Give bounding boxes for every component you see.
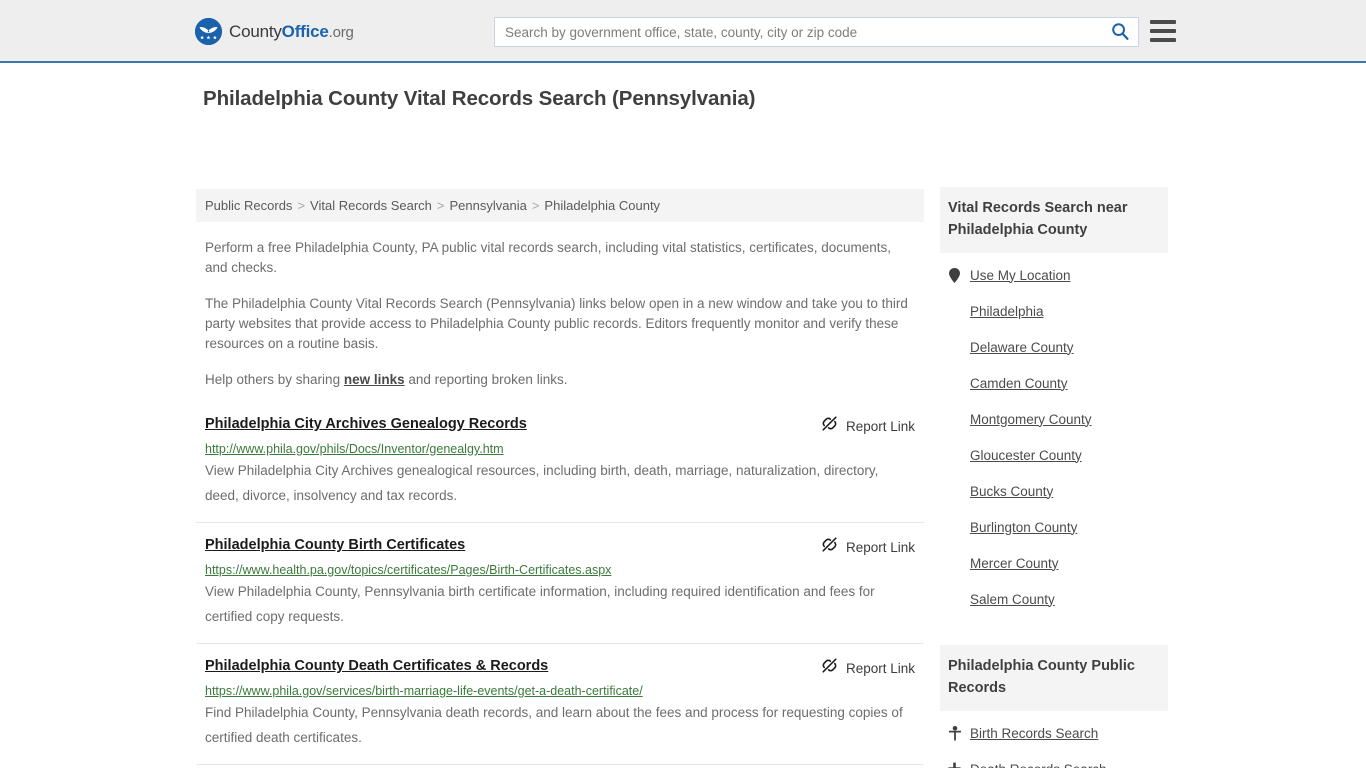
sidebar-item[interactable]: Gloucester County <box>940 437 1168 473</box>
result-description: Find Philadelphia County, Pennsylvania d… <box>205 705 903 745</box>
page-title: Philadelphia County Vital Records Search… <box>203 87 756 110</box>
sidebar-box-heading: Philadelphia County Public Records <box>940 645 1168 711</box>
result-title-link[interactable]: Philadelphia County Birth Certificates <box>205 535 465 555</box>
baby-icon <box>948 725 961 741</box>
broken-link-icon <box>821 657 838 679</box>
sidebar-item[interactable]: Death Records Search <box>940 751 1168 768</box>
result-url[interactable]: https://www.phila.gov/services/birth-mar… <box>205 683 915 699</box>
results-list: Philadelphia City Archives Genealogy Rec… <box>196 410 924 768</box>
sidebar-item-label[interactable]: Camden County <box>970 376 1068 391</box>
search-submit-button[interactable] <box>1102 18 1138 46</box>
sidebar-item[interactable]: Philadelphia <box>940 293 1168 329</box>
result-url[interactable]: http://www.phila.gov/phils/Docs/Inventor… <box>205 441 915 457</box>
sidebar-item[interactable]: Salem County <box>940 581 1168 617</box>
report-link-label: Report Link <box>845 660 915 676</box>
sidebar-item-label[interactable]: Burlington County <box>970 520 1077 535</box>
site-logo-link[interactable]: CountyOffice.org <box>195 18 354 45</box>
result-header: Philadelphia County Death Certificates &… <box>205 656 915 679</box>
brand-part-office: Office <box>281 21 329 41</box>
sidebar-box-heading: Vital Records Search near Philadelphia C… <box>940 187 1168 253</box>
intro-paragraph-1: Perform a free Philadelphia County, PA p… <box>205 240 892 275</box>
intro-paragraph-3: Help others by sharing new links and rep… <box>196 370 924 390</box>
map-pin-icon <box>948 267 961 283</box>
breadcrumb-separator: > <box>297 198 306 213</box>
sidebar-item-label[interactable]: Use My Location <box>970 268 1071 283</box>
result-title-link[interactable]: Philadelphia City Archives Genealogy Rec… <box>205 414 527 434</box>
sidebar-item-label[interactable]: Delaware County <box>970 340 1074 355</box>
sidebar-box: Vital Records Search near Philadelphia C… <box>940 187 1168 617</box>
sidebar-item[interactable]: Use My Location <box>940 257 1168 293</box>
report-link-label: Report Link <box>845 418 915 434</box>
breadcrumb-item-1[interactable]: Public Records <box>205 198 292 213</box>
sidebar-item[interactable]: Montgomery County <box>940 401 1168 437</box>
intro-p3-before: Help others by sharing <box>205 372 344 387</box>
breadcrumb-item-2[interactable]: Vital Records Search <box>310 198 432 213</box>
brand-part-org: .org <box>328 23 354 41</box>
search-icon <box>1111 22 1129 43</box>
sidebar-item[interactable]: Burlington County <box>940 509 1168 545</box>
result-item: Philadelphia County Marriage Certificate… <box>196 764 924 768</box>
site-header: CountyOffice.org <box>0 0 1366 63</box>
result-item: Philadelphia City Archives Genealogy Rec… <box>196 410 924 522</box>
report-link-button[interactable]: Report Link <box>821 656 915 679</box>
result-url[interactable]: https://www.health.pa.gov/topics/certifi… <box>205 562 915 578</box>
result-description: View Philadelphia County, Pennsylvania b… <box>205 584 875 624</box>
sidebar-item-label[interactable]: Mercer County <box>970 556 1059 571</box>
sidebar-item-label[interactable]: Birth Records Search <box>970 726 1098 741</box>
sidebar-item[interactable]: Camden County <box>940 365 1168 401</box>
search-input[interactable] <box>495 18 1102 46</box>
search-bar[interactable] <box>494 17 1139 47</box>
report-link-button[interactable]: Report Link <box>821 414 915 437</box>
sidebar-item-label[interactable]: Philadelphia <box>970 304 1044 319</box>
sidebar-item-label[interactable]: Bucks County <box>970 484 1053 499</box>
report-link-button[interactable]: Report Link <box>821 535 915 558</box>
report-link-label: Report Link <box>845 539 915 555</box>
sidebar: Vital Records Search near Philadelphia C… <box>940 187 1168 768</box>
sidebar-item[interactable]: Delaware County <box>940 329 1168 365</box>
result-description: View Philadelphia City Archives genealog… <box>205 463 879 503</box>
hamburger-bar <box>1150 38 1176 42</box>
result-item: Philadelphia County Death Certificates &… <box>196 643 924 764</box>
sidebar-box: Philadelphia County Public Records Birth … <box>940 645 1168 768</box>
hamburger-bar <box>1150 20 1176 24</box>
hamburger-menu-icon[interactable] <box>1150 20 1176 42</box>
sidebar-link-list: Birth Records Search Death Records Search… <box>940 711 1168 768</box>
main-content: Public Records > Vital Records Search > Penn… <box>196 189 924 768</box>
intro-paragraph-2: The Philadelphia County Vital Records Se… <box>205 296 908 351</box>
sidebar-item[interactable]: Mercer County <box>940 545 1168 581</box>
breadcrumb-separator: > <box>436 198 445 213</box>
brand-part-county: County <box>229 21 282 41</box>
breadcrumb: Public Records > Vital Records Search > Penn… <box>196 189 924 222</box>
breadcrumb-item-4: Philadelphia County <box>544 198 661 213</box>
breadcrumb-separator: > <box>531 198 540 213</box>
site-logo-text: CountyOffice.org <box>229 22 354 42</box>
sidebar-item-label[interactable]: Death Records Search <box>970 762 1107 768</box>
cross-icon <box>948 762 961 768</box>
result-item: Philadelphia County Birth Certificates Re… <box>196 522 924 643</box>
broken-link-icon <box>821 536 838 558</box>
result-title-link[interactable]: Philadelphia County Death Certificates &… <box>205 656 548 676</box>
sidebar-item-label[interactable]: Gloucester County <box>970 448 1082 463</box>
intro-p3-after: and reporting broken links. <box>404 372 568 387</box>
sidebar-item-label[interactable]: Salem County <box>970 592 1055 607</box>
result-header: Philadelphia County Birth Certificates Re… <box>205 535 915 558</box>
eagle-seal-icon <box>195 18 222 45</box>
hamburger-bar <box>1150 29 1176 33</box>
breadcrumb-item-3[interactable]: Pennsylvania <box>450 198 527 213</box>
sidebar-item-label[interactable]: Montgomery County <box>970 412 1092 427</box>
sidebar-item[interactable]: Bucks County <box>940 473 1168 509</box>
result-header: Philadelphia City Archives Genealogy Rec… <box>205 414 915 437</box>
broken-link-icon <box>821 415 838 437</box>
new-links-link[interactable]: new links <box>344 372 405 387</box>
sidebar-link-list: Use My Location Philadelphia Delaware Coun… <box>940 253 1168 617</box>
sidebar-item[interactable]: Birth Records Search <box>940 715 1168 751</box>
